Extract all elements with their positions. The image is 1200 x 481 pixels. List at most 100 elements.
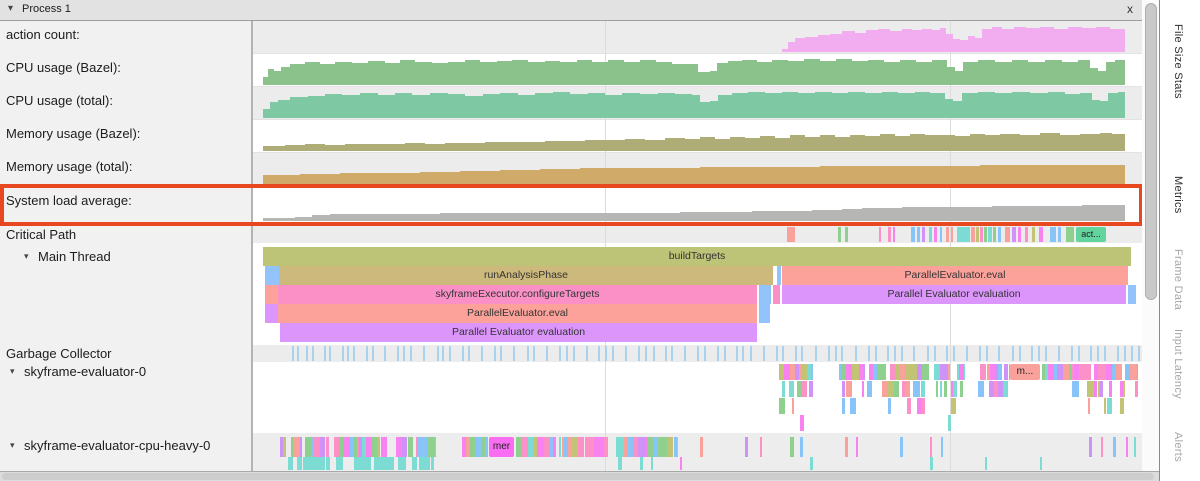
gc-event-tick[interactable]: [586, 346, 588, 361]
expand-arrow-icon[interactable]: ▾: [10, 366, 15, 377]
gc-event-tick[interactable]: [423, 346, 425, 361]
gc-event-tick[interactable]: [717, 346, 719, 361]
gc-event-tick[interactable]: [763, 346, 765, 361]
gc-event-tick[interactable]: [1097, 346, 1099, 361]
tab-input-latency[interactable]: Input Latency: [1172, 329, 1184, 399]
gc-event-tick[interactable]: [1131, 346, 1133, 361]
trace-slice[interactable]: [809, 381, 813, 397]
gc-event-tick[interactable]: [1031, 346, 1033, 361]
critical-path-slice[interactable]: [929, 227, 932, 242]
trace-slice[interactable]: [1130, 364, 1137, 380]
trace-slice[interactable]: [792, 398, 794, 414]
trace-slice[interactable]: [578, 437, 584, 457]
gc-event-tick[interactable]: [776, 346, 778, 361]
trace-slice[interactable]: [553, 437, 556, 457]
gc-event-tick[interactable]: [697, 346, 699, 361]
gc-event-tick[interactable]: [329, 346, 331, 361]
tab-metrics[interactable]: Metrics: [1172, 176, 1184, 214]
trace-slice[interactable]: [953, 381, 958, 397]
trace-slice[interactable]: [863, 364, 865, 380]
trace-slice[interactable]: [305, 437, 311, 457]
gc-event-tick[interactable]: [566, 346, 568, 361]
collapse-arrow-icon[interactable]: ▾: [8, 3, 13, 14]
gc-event-tick[interactable]: [306, 346, 308, 361]
trace-slice[interactable]: [948, 415, 951, 431]
gc-event-tick[interactable]: [946, 346, 948, 361]
gc-event-tick[interactable]: [927, 346, 929, 361]
gc-event-tick[interactable]: [979, 346, 981, 361]
trace-slice[interactable]: [1072, 381, 1079, 397]
gc-event-tick[interactable]: [1090, 346, 1092, 361]
trace-slice[interactable]: [802, 381, 807, 397]
gc-event-tick[interactable]: [546, 346, 548, 361]
gc-event-tick[interactable]: [894, 346, 896, 361]
counter-chart[interactable]: [253, 152, 1142, 185]
counter-chart[interactable]: [253, 86, 1142, 119]
trace-slice[interactable]: [846, 381, 852, 397]
critical-path-slice[interactable]: [957, 227, 970, 242]
trace-slice[interactable]: [1089, 437, 1092, 457]
critical-path-slice[interactable]: [1066, 227, 1074, 242]
critical-path-slice[interactable]: [971, 227, 975, 242]
gc-event-tick[interactable]: [559, 346, 561, 361]
trace-slice[interactable]: [800, 415, 804, 431]
gc-event-tick[interactable]: [527, 346, 529, 361]
horizontal-scrollbar-thumb[interactable]: [2, 473, 1154, 480]
gc-event-tick[interactable]: [1071, 346, 1073, 361]
trace-slice[interactable]: [913, 381, 920, 397]
trace-slice[interactable]: [408, 437, 413, 457]
flame-bar[interactable]: buildTargets: [263, 247, 1131, 266]
trace-slice[interactable]: [964, 364, 965, 380]
trace-slice[interactable]: [431, 457, 434, 470]
critical-path-slice[interactable]: [980, 227, 983, 242]
gc-event-tick[interactable]: [934, 346, 936, 361]
gc-event-tick[interactable]: [835, 346, 837, 361]
trace-slice[interactable]: [1120, 398, 1125, 414]
trace-slice[interactable]: [930, 457, 933, 470]
critical-path-slice[interactable]: [893, 227, 895, 242]
trace-slice[interactable]: [881, 364, 886, 380]
trace-slice[interactable]: [922, 398, 924, 414]
gc-event-tick[interactable]: [795, 346, 797, 361]
trace-slice[interactable]: [856, 437, 858, 457]
gc-event-tick[interactable]: [533, 346, 535, 361]
trace-slice[interactable]: [862, 381, 865, 397]
trace-slice[interactable]: [377, 437, 380, 457]
gc-event-tick[interactable]: [1124, 346, 1126, 361]
flame-bar[interactable]: [759, 285, 771, 304]
trace-slice[interactable]: [424, 457, 430, 470]
trace-slice[interactable]: [314, 437, 321, 457]
gc-event-tick[interactable]: [801, 346, 803, 361]
gc-event-tick[interactable]: [736, 346, 738, 361]
gc-event-tick[interactable]: [347, 346, 349, 361]
gc-event-tick[interactable]: [653, 346, 655, 361]
trace-slice[interactable]: [910, 364, 917, 380]
trace-slice[interactable]: [936, 381, 938, 397]
trace-slice[interactable]: [998, 364, 1002, 380]
trace-slice[interactable]: [985, 457, 987, 470]
critical-path-slice[interactable]: [984, 227, 987, 242]
gc-event-tick[interactable]: [468, 346, 470, 361]
trace-slice[interactable]: [789, 381, 794, 397]
trace-slice[interactable]: [1085, 364, 1091, 380]
counter-chart[interactable]: [253, 119, 1142, 152]
critical-path-slice[interactable]: [976, 227, 979, 242]
trace-slice[interactable]: [1009, 364, 1010, 380]
trace-slice[interactable]: [640, 457, 643, 470]
trace-slice[interactable]: [1109, 381, 1112, 397]
trace-slice[interactable]: [930, 437, 932, 457]
critical-path-slice[interactable]: [1032, 227, 1035, 242]
critical-path-slice[interactable]: [911, 227, 915, 242]
gc-event-tick[interactable]: [986, 346, 988, 361]
trace-slice[interactable]: [321, 457, 325, 470]
trace-slice[interactable]: [842, 398, 845, 414]
flame-bar[interactable]: [773, 285, 780, 304]
trace-slice[interactable]: [1134, 437, 1136, 457]
gc-event-tick[interactable]: [366, 346, 368, 361]
trace-slice[interactable]: [978, 381, 984, 397]
trace-slice[interactable]: [842, 381, 845, 397]
gc-event-tick[interactable]: [353, 346, 355, 361]
gc-event-tick[interactable]: [875, 346, 877, 361]
trace-slice[interactable]: [1137, 364, 1138, 380]
gc-event-tick[interactable]: [1078, 346, 1080, 361]
